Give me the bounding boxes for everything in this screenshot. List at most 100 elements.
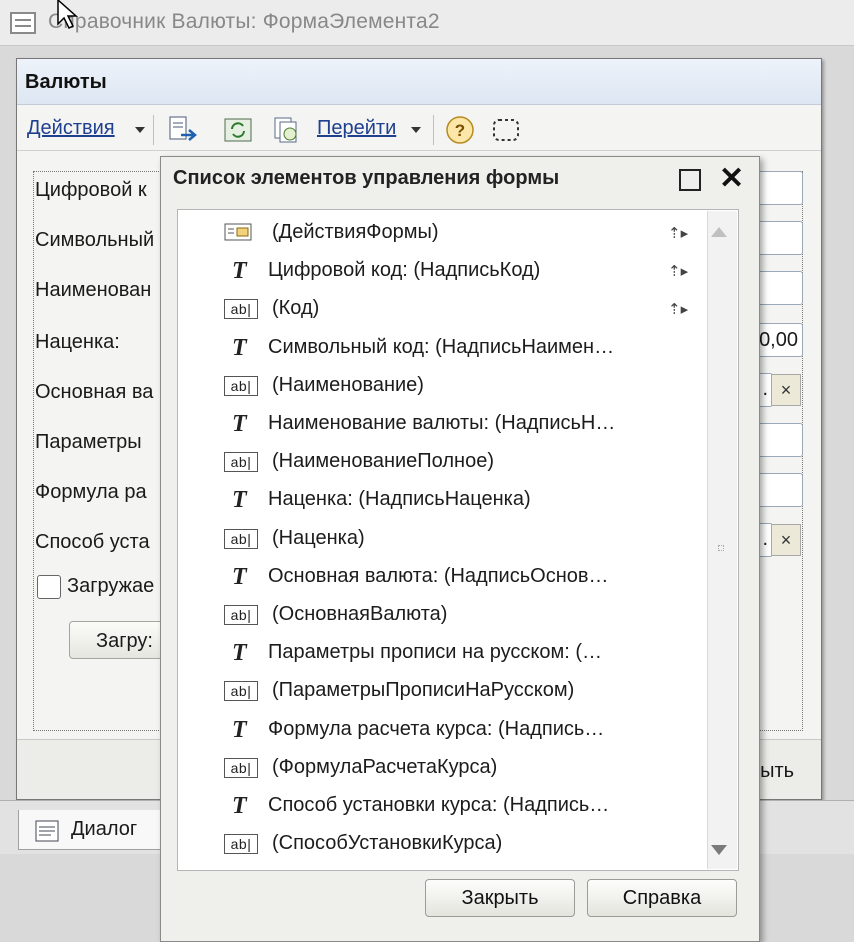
symbol-code-label: Символьный (35, 229, 155, 251)
list-item[interactable]: ab| (ПараметрыПрописиНаРусском) (178, 672, 708, 710)
chevron-down-icon (135, 127, 145, 133)
close-button[interactable]: Закрыть (425, 879, 575, 917)
help-button[interactable]: Справка (587, 879, 737, 917)
list-item-label: (ДействияФормы) (272, 221, 439, 243)
list-item-label: Формула расчета курса: (Надпись… (268, 717, 605, 740)
form-controls-list[interactable]: (ДействияФормы) ⇡▸ T Цифровой код: (Надпись… (177, 209, 739, 871)
list-item[interactable]: T Параметры прописи на русском: (… (178, 634, 708, 672)
text-label-icon: T (232, 258, 247, 285)
list-item-label: (Код) (272, 297, 320, 320)
formula-label: Формула ра (35, 481, 147, 503)
list-item[interactable]: ab| (ОсновнаяВалюта) (178, 596, 708, 634)
dialog-form-icon (35, 820, 59, 842)
list-item[interactable]: ab| (Наценка) (178, 520, 708, 558)
markup-value: 0,00 (759, 329, 798, 351)
load-checkbox[interactable] (37, 575, 61, 599)
selection-frame-icon[interactable] (491, 115, 521, 145)
toolbar-link-marker-icon: ⇡▸ (668, 225, 689, 242)
list-item-label: (ОсновнаяВалюта) (272, 603, 448, 625)
list-item[interactable]: T Основная валюта: (НадписьОснов… (178, 558, 708, 596)
list-item-label: (Наименование) (272, 373, 424, 396)
outer-window-title: Справочник Валюты: ФормаЭлемента2 (48, 10, 440, 33)
list-item-label: Цифровой код: (НадписьКод) (268, 259, 541, 282)
list-item-label: (СпособУстановкиКурса) (272, 832, 503, 855)
actions-panel-icon (224, 223, 252, 241)
list-item[interactable]: T Символьный код: (НадписьНаимен… (178, 329, 708, 367)
actions-menu[interactable]: Действия (27, 117, 115, 140)
ellipsis-button[interactable]: . (762, 378, 768, 401)
popup-title: Список элементов управления формы (173, 167, 560, 189)
list-item[interactable]: (ДействияФормы) ⇡▸ (178, 214, 708, 252)
toolbar-link-marker-icon: ⇡▸ (668, 263, 689, 281)
vertical-scrollbar[interactable] (707, 211, 737, 869)
toolbar-separator (153, 115, 154, 145)
form-header: Валюты (17, 59, 821, 105)
text-field-icon: ab| (224, 375, 258, 396)
list-item[interactable]: T Наценка: (НадписьНаценка) (178, 481, 708, 519)
text-label-icon: T (232, 334, 247, 361)
list-item-label: (ФормулаРасчетаКурса) (272, 755, 498, 778)
scroll-up-arrow-icon[interactable] (711, 227, 727, 237)
list-item-label: Способ установки курса: (Надпись… (268, 794, 610, 816)
maximize-icon[interactable] (679, 169, 701, 191)
text-label-icon: T (232, 411, 247, 437)
list-item[interactable]: ab| (Код) ⇡▸ (178, 290, 708, 328)
list-item[interactable]: T Способ установки курса: (Надпись… (178, 787, 708, 825)
svg-text:?: ? (455, 121, 465, 140)
list-item[interactable]: ab| (СпособУстановкиКурса) (178, 825, 708, 863)
form-window-icon (10, 12, 36, 34)
copy-object-icon[interactable] (271, 115, 301, 145)
help-icon[interactable]: ? (445, 115, 475, 145)
text-label-icon: T (232, 793, 247, 819)
text-field-icon: ab| (224, 834, 258, 855)
load-button-label: Загру: (96, 630, 153, 652)
close-icon[interactable]: ✕ (719, 161, 744, 196)
form-toolbar: Действия Перейти ? (17, 107, 821, 151)
clear-main-currency-button[interactable]: × (771, 374, 801, 406)
text-field-icon: ab| (224, 528, 258, 549)
markup-label: Наценка: (35, 331, 120, 353)
rate-method-label: Способ уста (35, 531, 150, 553)
text-label-icon: T (232, 716, 247, 743)
text-field-icon: ab| (224, 681, 258, 702)
tab-dialog[interactable]: Диалог (18, 810, 168, 850)
main-currency-label: Основная ва (35, 381, 154, 403)
load-checkbox-label: Загружае (67, 575, 155, 597)
list-item[interactable]: T Формула расчета курса: (Надпись… (178, 711, 708, 749)
scroll-down-arrow-icon[interactable] (711, 845, 727, 855)
list-item-label: Наценка: (НадписьНаценка) (268, 488, 531, 511)
digital-code-label: Цифровой к (35, 179, 147, 201)
text-label-icon: T (232, 487, 247, 514)
text-field-icon: ab| (224, 299, 258, 320)
form-title: Валюты (25, 71, 107, 93)
list-item[interactable]: ab| (ФормулаРасчетаКурса) (178, 749, 708, 787)
write-and-close-icon[interactable] (167, 115, 197, 145)
refresh-icon[interactable] (223, 115, 253, 145)
form-controls-list-window: Список элементов управления формы ✕ (Дей… (160, 156, 760, 942)
mouse-cursor-icon (57, 0, 78, 30)
goto-menu[interactable]: Перейти (317, 117, 396, 140)
list-item[interactable]: T Наименование валюты: (НадписьН… (178, 405, 708, 443)
list-item[interactable]: T Цифровой код: (НадписьКод) ⇡▸ (178, 252, 708, 290)
toolbar-separator (433, 115, 434, 145)
list-item-label: (НаименованиеПолное) (272, 450, 494, 473)
list-item[interactable]: ab| (Наименование) (178, 367, 708, 405)
tab-dialog-label: Диалог (71, 818, 138, 840)
parameters-label: Параметры (35, 431, 142, 453)
list-item[interactable]: ab| (НаименованиеПолное) (178, 443, 708, 481)
toolbar-link-marker-icon: ⇡▸ (668, 301, 689, 319)
text-label-icon: T (232, 640, 247, 667)
text-label-icon: T (232, 563, 247, 590)
clear-rate-method-button[interactable]: × (771, 524, 801, 556)
chevron-down-icon (411, 127, 421, 133)
ellipsis-button[interactable]: . (762, 528, 768, 551)
scroll-thumb[interactable] (718, 545, 724, 551)
list-item-label: Параметры прописи на русском: (… (268, 641, 602, 664)
name-label: Наименован (35, 279, 152, 301)
text-field-icon: ab| (224, 757, 258, 778)
text-field-icon: ab| (224, 605, 258, 625)
text-field-icon: ab| (224, 452, 258, 473)
list-item-label: (ПараметрыПрописиНаРусском) (272, 679, 575, 702)
list-item-label: Символьный код: (НадписьНаимен… (268, 335, 615, 358)
list-item-label: Основная валюта: (НадписьОснов… (268, 564, 609, 587)
